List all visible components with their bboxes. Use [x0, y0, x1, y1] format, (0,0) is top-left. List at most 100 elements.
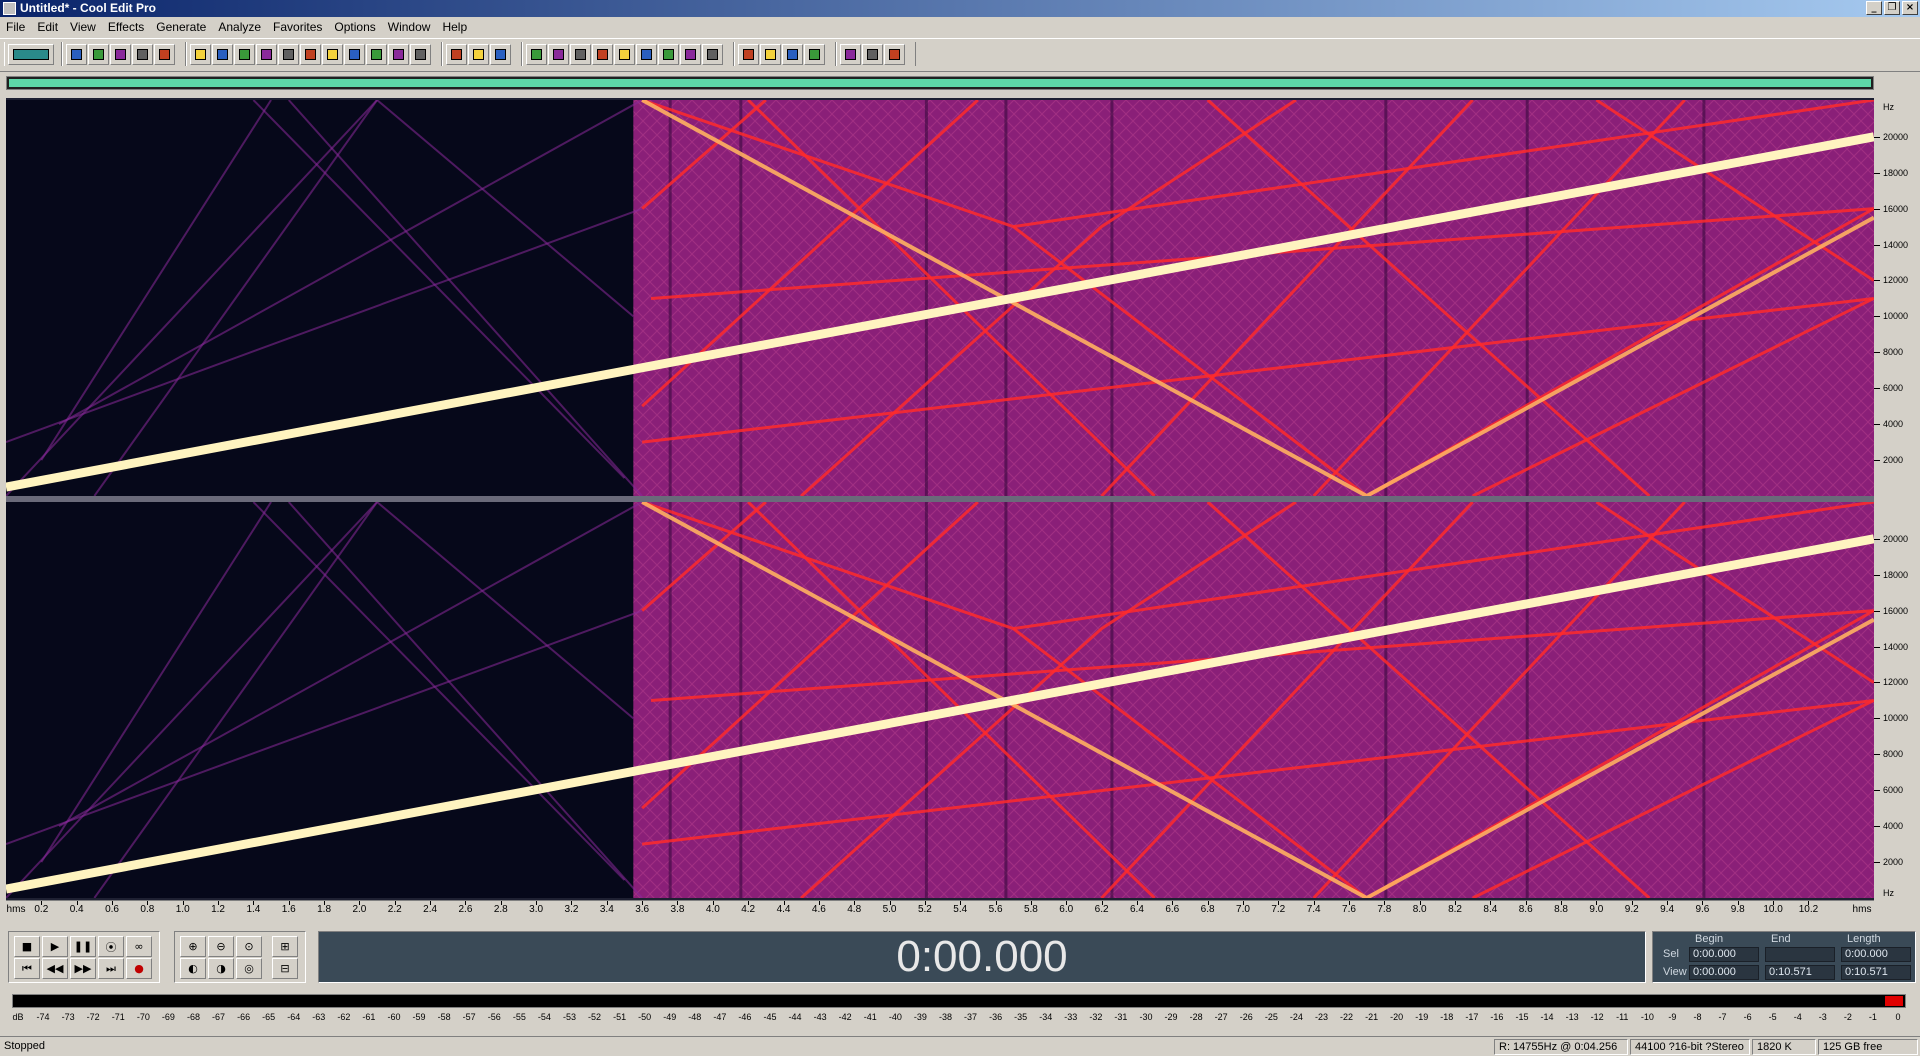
- envelope-button[interactable]: [738, 43, 759, 65]
- noise-button[interactable]: [782, 43, 803, 65]
- minimize-button[interactable]: _: [1866, 1, 1882, 15]
- open-button[interactable]: [88, 43, 109, 65]
- zoom-out-horizontal-button[interactable]: ⊖: [208, 936, 234, 957]
- record-button[interactable]: ●: [126, 958, 152, 979]
- time-label: 5.8: [1023, 904, 1038, 915]
- channel-left-spectrogram[interactable]: [6, 100, 1874, 496]
- mix-paste-button[interactable]: [344, 43, 365, 65]
- expand-button[interactable]: [884, 43, 905, 65]
- zoom-selection-button[interactable]: ◎: [236, 958, 262, 979]
- time-ruler[interactable]: hms 0.2 0.4 0.6 0.8 1.0 1.2 1.4 1.6 1.8 2.0 2.2 2.4 2…: [6, 900, 1874, 918]
- view-begin-field[interactable]: 0:00.000: [1689, 965, 1759, 980]
- loop-button[interactable]: [592, 43, 613, 65]
- spectrogram-right[interactable]: [6, 502, 1874, 898]
- level-meter-bar[interactable]: [12, 994, 1906, 1008]
- new-button[interactable]: [66, 43, 87, 65]
- spectrogram-left[interactable]: [6, 100, 1874, 496]
- spectral-view-button[interactable]: [468, 43, 489, 65]
- cue-list-button[interactable]: [636, 43, 657, 65]
- meter-label: -73: [61, 1012, 75, 1022]
- undo-button[interactable]: [190, 43, 211, 65]
- time-label: 3.6: [635, 904, 650, 915]
- cut-button[interactable]: [278, 43, 299, 65]
- settings-button[interactable]: [840, 43, 861, 65]
- spectral-bars-button[interactable]: [490, 43, 511, 65]
- go-to-start-button[interactable]: ⏮: [14, 958, 40, 979]
- multitrack-toggle-button[interactable]: [8, 43, 54, 65]
- stop-button[interactable]: ■: [14, 936, 40, 957]
- zoom-in-right-button[interactable]: ◑: [208, 958, 234, 979]
- zoom-button[interactable]: [570, 43, 591, 65]
- zoom-full-button[interactable]: ⊙: [236, 936, 262, 957]
- zoom-out-vertical-button[interactable]: ⊟: [272, 958, 298, 979]
- fx-button[interactable]: [760, 43, 781, 65]
- channel-right-spectrogram[interactable]: [6, 502, 1874, 898]
- open-icon: [93, 48, 104, 60]
- hz-label: 2000: [1883, 857, 1904, 868]
- view-end-field[interactable]: 0:10.571: [1765, 965, 1835, 980]
- help-button[interactable]: [702, 43, 723, 65]
- trim-button[interactable]: [366, 43, 387, 65]
- paste-new-button[interactable]: [322, 43, 343, 65]
- title-bar: Untitled* - Cool Edit Pro _ ❐ ×: [0, 0, 1920, 17]
- menu-analyze[interactable]: Analyze: [212, 17, 267, 37]
- save-as-button[interactable]: [132, 43, 153, 65]
- hz-tick: [1874, 388, 1880, 390]
- sel-end-field[interactable]: [1765, 947, 1835, 962]
- sel-begin-field[interactable]: 0:00.000: [1689, 947, 1759, 962]
- overview-bar[interactable]: [6, 76, 1874, 90]
- overview-range[interactable]: [9, 79, 1871, 87]
- go-to-end-button[interactable]: ⏭: [98, 958, 124, 979]
- stretch-button[interactable]: [804, 43, 825, 65]
- mark-button[interactable]: [614, 43, 635, 65]
- pause-button[interactable]: ❚❚: [70, 936, 96, 957]
- frequency-button[interactable]: [680, 43, 701, 65]
- meter-label: -69: [161, 1012, 175, 1022]
- menu-file[interactable]: File: [0, 17, 31, 37]
- play-to-end-button[interactable]: ⦿: [98, 936, 124, 957]
- menu-favorites[interactable]: Favorites: [267, 17, 328, 37]
- restore-button[interactable]: ❐: [1884, 1, 1900, 15]
- meter-button[interactable]: [862, 43, 883, 65]
- marker-button[interactable]: [526, 43, 547, 65]
- menu-help[interactable]: Help: [436, 17, 473, 37]
- zoom-right-icon: ◑: [216, 962, 226, 975]
- play-button[interactable]: [548, 43, 569, 65]
- menu-effects[interactable]: Effects: [102, 17, 150, 37]
- menu-view[interactable]: View: [64, 17, 102, 37]
- level-meter[interactable]: dB -74 -73 -72 -71 -70 -69 -68 -67 -66 -65 -64 -63 -6…: [6, 992, 1920, 1032]
- repeat-button[interactable]: [234, 43, 255, 65]
- menu-window[interactable]: Window: [382, 17, 437, 37]
- redo-button[interactable]: [212, 43, 233, 65]
- zoom-in-left-button[interactable]: ◐: [180, 958, 206, 979]
- loop-button[interactable]: ∞: [126, 936, 152, 957]
- spectral-view[interactable]: [6, 98, 1874, 900]
- play-button[interactable]: ▶: [42, 936, 68, 957]
- select-entire-button[interactable]: [410, 43, 431, 65]
- meter-label: -21: [1365, 1012, 1379, 1022]
- zoom-in-horizontal-button[interactable]: ⊕: [180, 936, 206, 957]
- close-file-button[interactable]: [154, 43, 175, 65]
- view-length-field[interactable]: 0:10.571: [1841, 965, 1911, 980]
- waveform-view-button[interactable]: [446, 43, 467, 65]
- app-icon[interactable]: [3, 2, 16, 15]
- sel-length-field[interactable]: 0:00.000: [1841, 947, 1911, 962]
- fast-forward-button[interactable]: ▶▶: [70, 958, 96, 979]
- clip-indicator[interactable]: [1885, 996, 1903, 1006]
- time-label: 1.8: [317, 904, 332, 915]
- toolbar-group-7: [836, 42, 916, 66]
- menu-options[interactable]: Options: [328, 17, 381, 37]
- meter-label: -43: [813, 1012, 827, 1022]
- zoom-in-vertical-button[interactable]: ⊞: [272, 936, 298, 957]
- paste-button[interactable]: [300, 43, 321, 65]
- delete-silence-button[interactable]: [388, 43, 409, 65]
- menu-generate[interactable]: Generate: [150, 17, 212, 37]
- rewind-button[interactable]: ◀◀: [42, 958, 68, 979]
- save-button[interactable]: [110, 43, 131, 65]
- analysis-button[interactable]: [658, 43, 679, 65]
- close-button[interactable]: ×: [1902, 1, 1918, 15]
- time-label: 4.6: [811, 904, 826, 915]
- stretch-icon: [809, 48, 820, 60]
- menu-edit[interactable]: Edit: [31, 17, 64, 37]
- copy-button[interactable]: [256, 43, 277, 65]
